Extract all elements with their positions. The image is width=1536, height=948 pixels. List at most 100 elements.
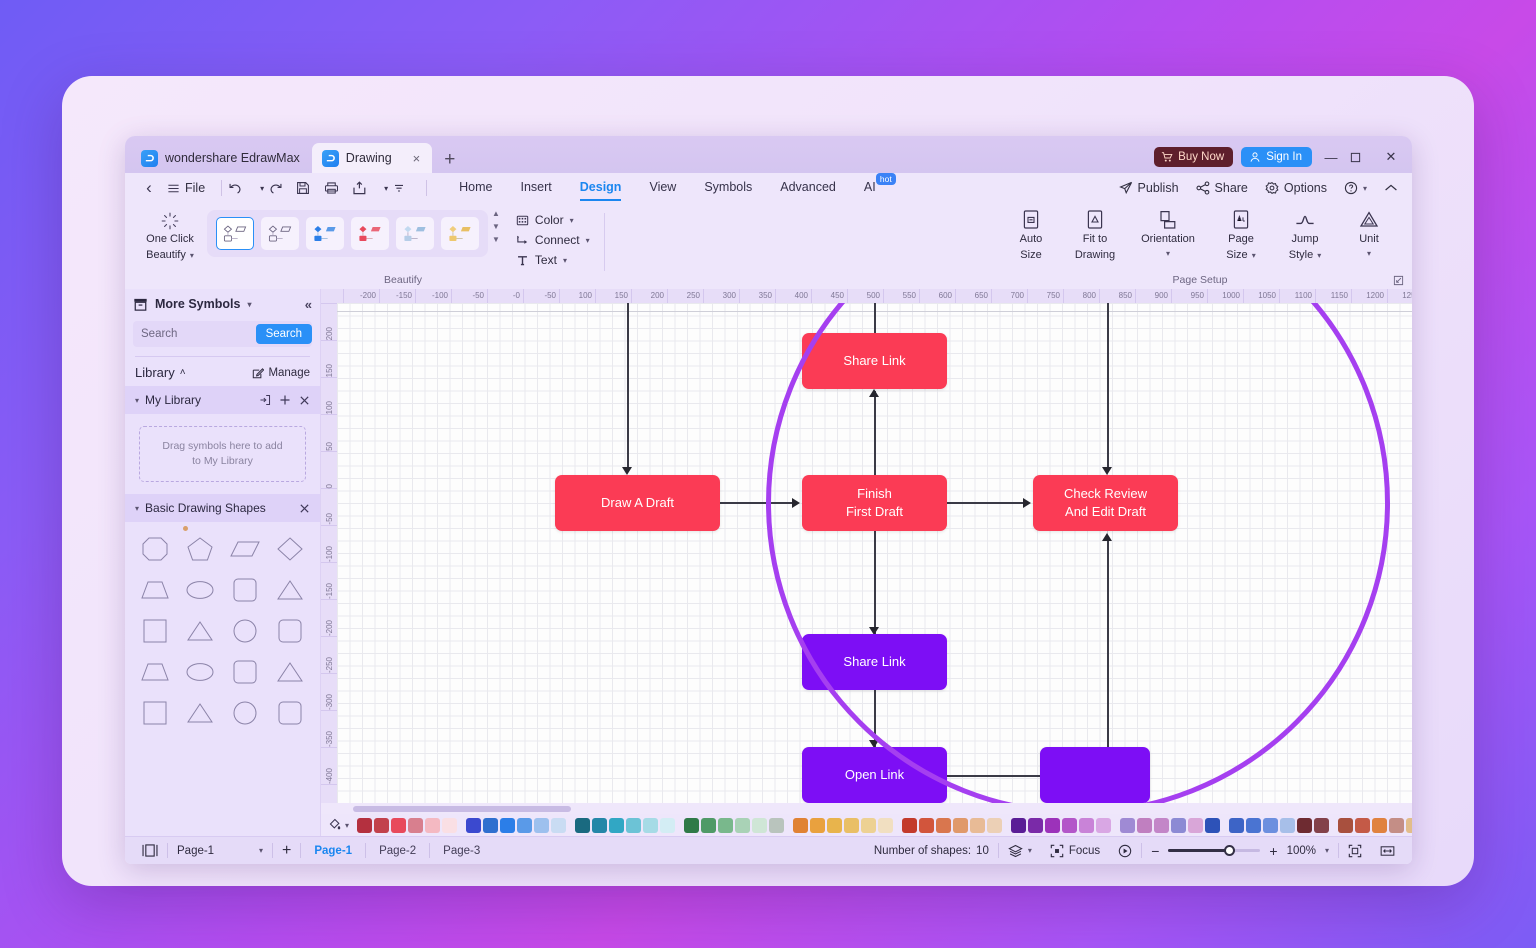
palette-swatch[interactable] bbox=[987, 818, 1002, 833]
chevron-down-icon[interactable]: ▾ bbox=[1252, 251, 1256, 261]
page-selector[interactable]: Page-1 ▾ bbox=[168, 837, 272, 865]
shape-ellipse[interactable] bbox=[183, 575, 217, 605]
shape-triangle[interactable] bbox=[183, 616, 217, 646]
help-dropdown-caret[interactable]: ▾ bbox=[1363, 184, 1367, 193]
chevron-down-icon[interactable]: ▾ bbox=[135, 504, 139, 513]
palette-swatch[interactable] bbox=[810, 818, 825, 833]
shape-rounded-square[interactable] bbox=[273, 616, 307, 646]
palette-swatch[interactable] bbox=[534, 818, 549, 833]
palette-swatch[interactable] bbox=[769, 818, 784, 833]
chevron-down-icon[interactable]: ▾ bbox=[1166, 249, 1170, 259]
palette-swatch[interactable] bbox=[844, 818, 859, 833]
my-library-dropzone[interactable]: Drag symbols here to add to My Library bbox=[139, 426, 306, 482]
undo-dropdown-caret[interactable]: ▾ bbox=[256, 184, 268, 193]
shape-pentagon[interactable] bbox=[183, 534, 217, 564]
palette-swatch[interactable] bbox=[551, 818, 566, 833]
palette-swatch[interactable] bbox=[827, 818, 842, 833]
add-page-button[interactable]: + bbox=[273, 837, 300, 865]
palette-swatch[interactable] bbox=[643, 818, 658, 833]
tab-drawing[interactable]: Drawing × bbox=[312, 143, 432, 173]
node-share-link-red[interactable]: Share Link bbox=[802, 333, 947, 389]
node-check-review-and-edit-draft[interactable]: Check ReviewAnd Edit Draft bbox=[1033, 475, 1178, 531]
palette-swatch[interactable] bbox=[735, 818, 750, 833]
shape-rounded-square[interactable] bbox=[228, 657, 262, 687]
palette-swatch[interactable] bbox=[902, 818, 917, 833]
panel-toggle-button[interactable] bbox=[133, 837, 167, 865]
palette-swatch[interactable] bbox=[1079, 818, 1094, 833]
chevron-up-icon[interactable]: ˄ bbox=[180, 367, 186, 378]
palette-swatch[interactable] bbox=[1205, 818, 1220, 833]
gallery-scroll-up-icon[interactable]: ▲ bbox=[492, 209, 500, 218]
page-size-button[interactable]: Page Size ▾ bbox=[1210, 209, 1272, 263]
search-button[interactable]: Search bbox=[256, 324, 312, 344]
tab-ai[interactable]: AI hot bbox=[864, 180, 876, 196]
palette-swatch[interactable] bbox=[1171, 818, 1186, 833]
search-input[interactable]: Search bbox=[133, 328, 177, 340]
palette-swatch[interactable] bbox=[1229, 818, 1244, 833]
zoom-slider-knob[interactable] bbox=[1224, 845, 1235, 856]
palette-swatch[interactable] bbox=[500, 818, 515, 833]
add-icon[interactable] bbox=[279, 394, 291, 406]
style-blue-thumb[interactable] bbox=[306, 217, 344, 250]
palette-swatch[interactable] bbox=[1096, 818, 1111, 833]
palette-swatch[interactable] bbox=[374, 818, 389, 833]
connector-n7-up-to-n4[interactable] bbox=[1107, 539, 1109, 777]
close-window-button[interactable]: ✕ bbox=[1380, 149, 1402, 165]
text-menu[interactable]: Text ▾ bbox=[516, 253, 590, 267]
palette-swatch[interactable] bbox=[752, 818, 767, 833]
connector-n3-to-n1[interactable] bbox=[874, 391, 876, 477]
connector-n2-to-n3[interactable] bbox=[720, 502, 794, 504]
palette-swatch[interactable] bbox=[391, 818, 406, 833]
share-button[interactable]: Share bbox=[1196, 181, 1248, 195]
save-icon[interactable] bbox=[296, 181, 324, 195]
import-icon[interactable] bbox=[259, 394, 271, 406]
palette-swatch[interactable] bbox=[701, 818, 716, 833]
palette-swatch[interactable] bbox=[1406, 818, 1412, 833]
orientation-button[interactable]: Orientation ▾ bbox=[1128, 209, 1208, 259]
publish-button[interactable]: Publish bbox=[1119, 181, 1179, 195]
close-icon[interactable] bbox=[299, 395, 310, 406]
palette-swatch[interactable] bbox=[517, 818, 532, 833]
tab-edrawmax[interactable]: wondershare EdrawMax bbox=[131, 143, 312, 173]
palette-swatch[interactable] bbox=[1028, 818, 1043, 833]
connector-top-vertical[interactable] bbox=[874, 303, 876, 333]
palette-swatch[interactable] bbox=[626, 818, 641, 833]
palette-swatch[interactable] bbox=[1389, 818, 1404, 833]
connector-n3-to-n4[interactable] bbox=[947, 502, 1025, 504]
palette-swatch[interactable] bbox=[1355, 818, 1370, 833]
style-light-blue-thumb[interactable] bbox=[396, 217, 434, 250]
node-share-link-purple[interactable]: Share Link bbox=[802, 634, 947, 690]
fit-to-drawing-button[interactable]: Fit to Drawing bbox=[1064, 209, 1126, 263]
zoom-slider-track[interactable] bbox=[1168, 849, 1260, 852]
zoom-out-button[interactable]: − bbox=[1151, 843, 1159, 859]
palette-swatch[interactable] bbox=[442, 818, 457, 833]
chevron-down-icon[interactable]: ▾ bbox=[247, 300, 251, 309]
page-tab-page-3[interactable]: Page-3 bbox=[430, 837, 493, 865]
tab-view[interactable]: View bbox=[649, 180, 676, 196]
buy-now-button[interactable]: Buy Now bbox=[1154, 147, 1233, 167]
color-menu[interactable]: Color ▾ bbox=[516, 213, 590, 227]
palette-swatch[interactable] bbox=[878, 818, 893, 833]
palette-swatch[interactable] bbox=[1120, 818, 1135, 833]
fill-color-tool[interactable]: ▾ bbox=[325, 818, 355, 832]
one-click-beautify-button[interactable]: One Click Beautify ▾ bbox=[133, 203, 207, 263]
shape-square[interactable] bbox=[138, 698, 172, 728]
palette-swatch[interactable] bbox=[1246, 818, 1261, 833]
palette-swatch[interactable] bbox=[483, 818, 498, 833]
focus-button[interactable]: Focus bbox=[1041, 837, 1109, 865]
palette-swatch[interactable] bbox=[357, 818, 372, 833]
palette-swatch[interactable] bbox=[936, 818, 951, 833]
palette-swatch[interactable] bbox=[1372, 818, 1387, 833]
more-symbols-header[interactable]: More Symbols ▾ « bbox=[125, 289, 320, 319]
horizontal-scrollbar[interactable] bbox=[321, 803, 1412, 814]
chevron-down-icon[interactable]: ▾ bbox=[563, 256, 567, 265]
palette-swatch[interactable] bbox=[408, 818, 423, 833]
palette-swatch[interactable] bbox=[1280, 818, 1295, 833]
palette-swatch[interactable] bbox=[793, 818, 808, 833]
shape-square[interactable] bbox=[138, 616, 172, 646]
print-icon[interactable] bbox=[324, 181, 352, 195]
undo-icon[interactable] bbox=[228, 181, 256, 195]
palette-swatch[interactable] bbox=[1297, 818, 1312, 833]
zoom-in-button[interactable]: + bbox=[1269, 843, 1277, 859]
library-group-my-library[interactable]: ▾ My Library bbox=[125, 386, 320, 414]
